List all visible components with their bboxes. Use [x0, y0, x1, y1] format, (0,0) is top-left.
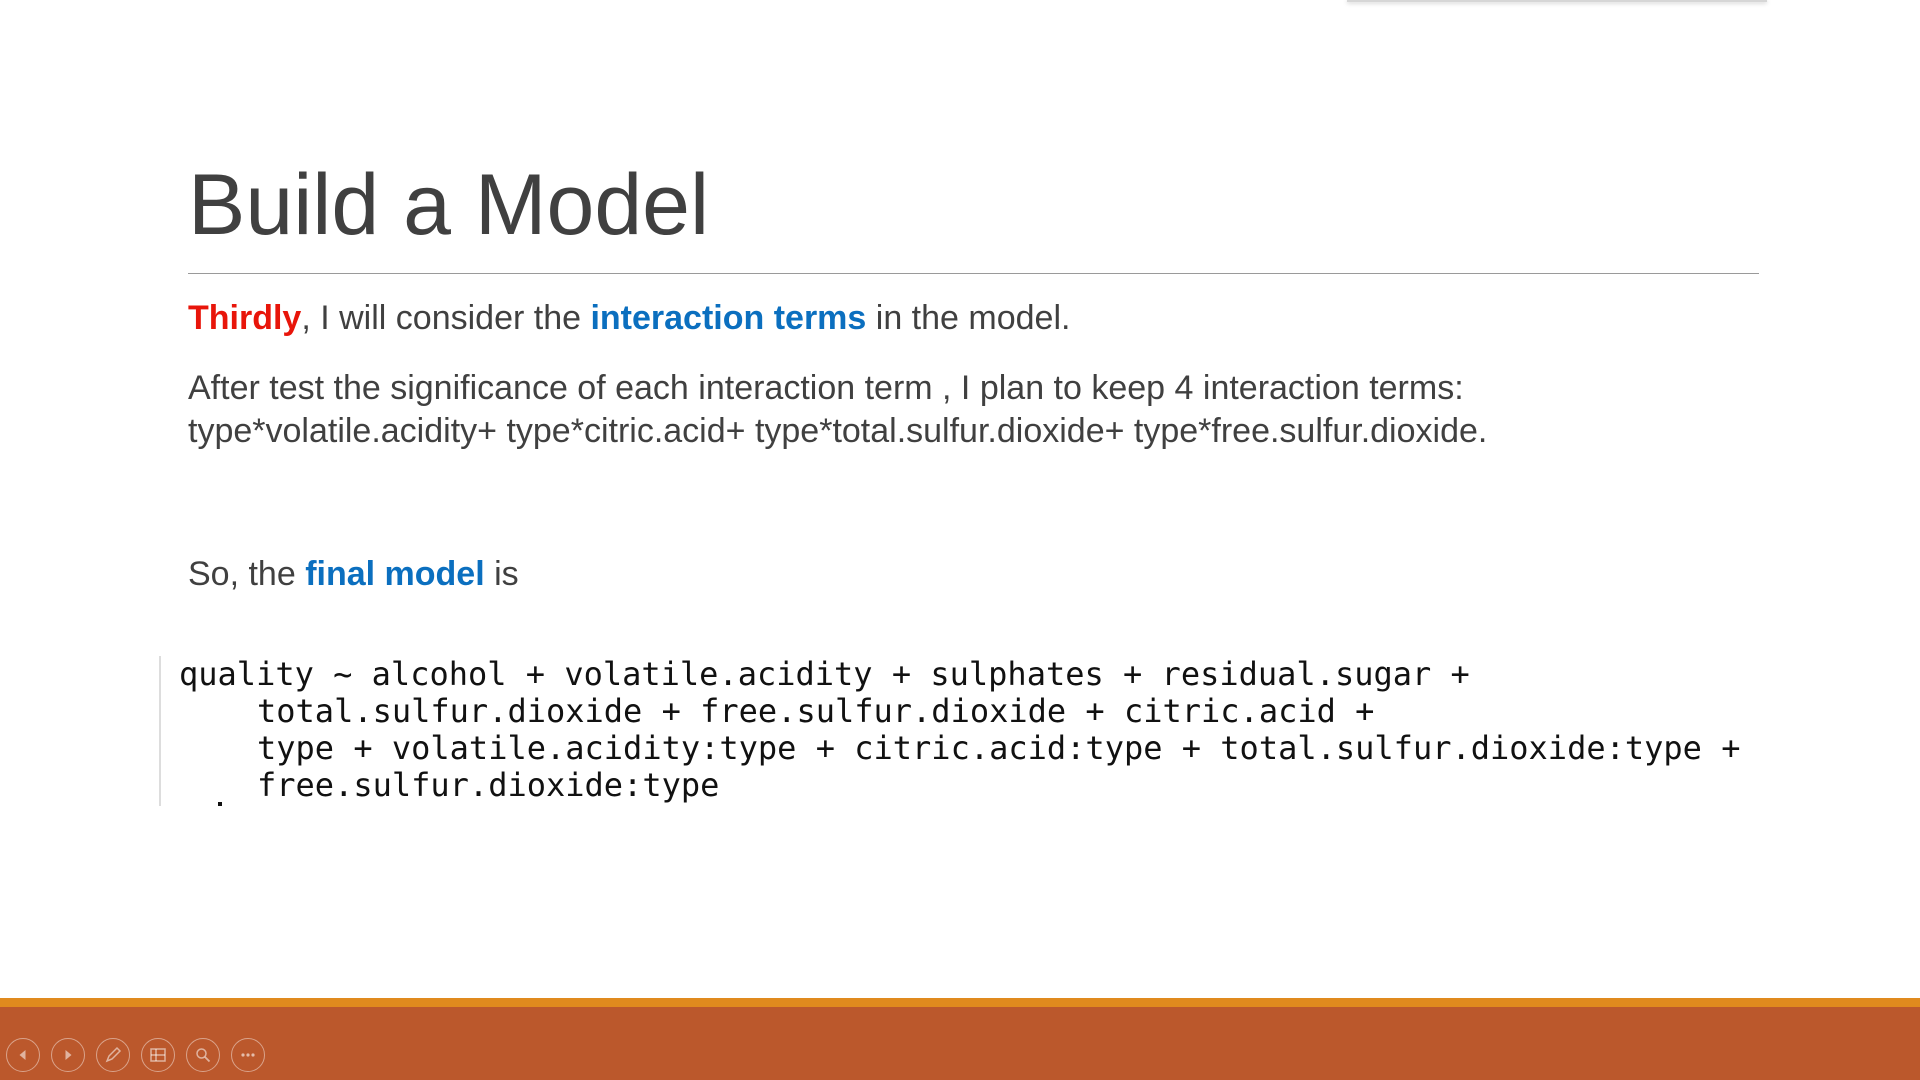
title-divider	[188, 273, 1759, 274]
paragraph-text: in the model.	[866, 299, 1071, 337]
paragraph-text: So, the	[188, 555, 306, 593]
code-cutoff-mark	[218, 802, 222, 806]
next-slide-button[interactable]	[51, 1038, 85, 1072]
paragraph-line: After test the significance of each inte…	[188, 369, 1464, 407]
window-edge-shadow	[1347, 0, 1767, 2]
see-all-slides-button[interactable]	[141, 1038, 175, 1072]
code-line: total.sulfur.dioxide + free.sulfur.dioxi…	[257, 692, 1375, 730]
paragraph-interaction-intro: Thirdly, I will consider the interaction…	[188, 297, 1070, 340]
paragraph-final-model: So, the final model is	[188, 553, 519, 596]
slide: Build a Model Thirdly, I will consider t…	[0, 0, 1920, 1080]
zoom-button[interactable]	[186, 1038, 220, 1072]
code-line: free.sulfur.dioxide:type	[257, 766, 720, 804]
slide-title: Build a Model	[188, 157, 710, 253]
paragraph-line: type*volatile.acidity+ type*citric.acid+…	[188, 412, 1488, 450]
previous-slide-button[interactable]	[6, 1038, 40, 1072]
pen-tool-button[interactable]	[96, 1038, 130, 1072]
paragraph-text: , I will consider the	[301, 299, 591, 337]
slideshow-toolbar	[6, 1038, 265, 1074]
previous-icon	[19, 1050, 26, 1060]
paragraph-interaction-selection: After test the significance of each inte…	[188, 367, 1487, 453]
zoom-icon	[196, 1048, 211, 1063]
slides-grid-icon	[150, 1048, 166, 1062]
model-formula-code: quality ~ alcohol + volatile.acidity + s…	[159, 656, 1761, 806]
footer-accent-stripe	[0, 998, 1920, 1007]
emphasis-interaction-terms: interaction terms	[590, 299, 867, 337]
emphasis-final-model: final model	[305, 555, 485, 593]
code-line: type + volatile.acidity:type + citric.ac…	[257, 729, 1741, 767]
more-options-icon	[241, 1053, 255, 1057]
footer-bar	[0, 1007, 1920, 1080]
paragraph-text: is	[484, 555, 519, 593]
pen-icon	[105, 1046, 122, 1063]
next-icon	[65, 1050, 72, 1060]
more-options-button[interactable]	[231, 1038, 265, 1072]
emphasis-thirdly: Thirdly	[188, 299, 302, 337]
code-line: quality ~ alcohol + volatile.acidity + s…	[179, 655, 1470, 693]
